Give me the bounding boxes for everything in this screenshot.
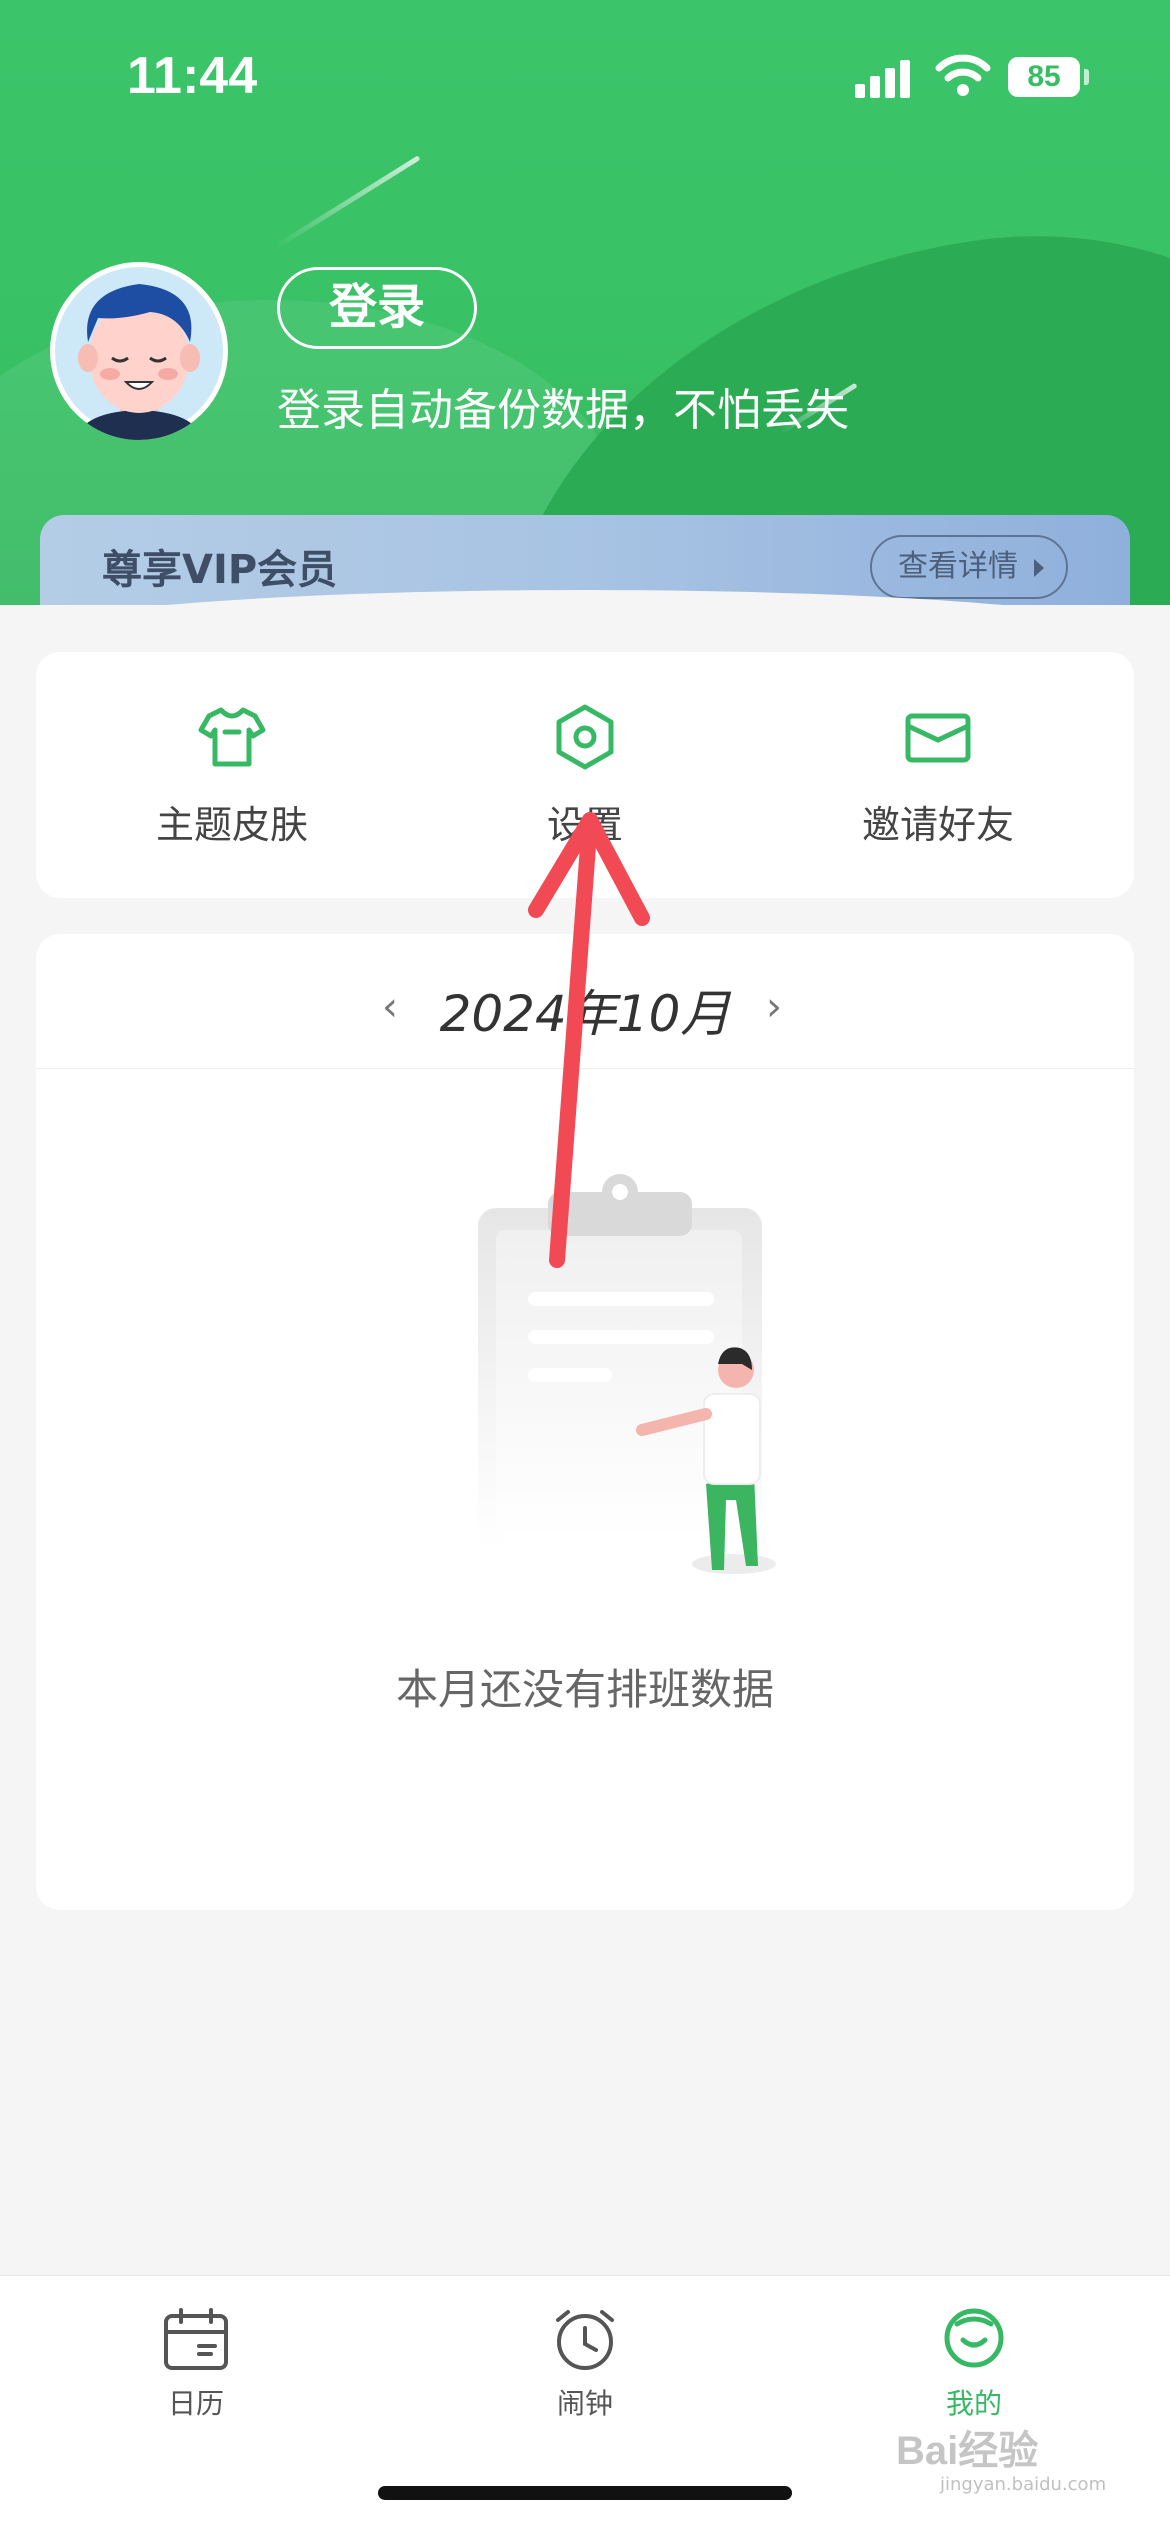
vip-details-label: 查看详情 (898, 549, 1018, 584)
calendar-icon (164, 2308, 228, 2370)
battery-level: 85 (1008, 57, 1080, 97)
profile-face-icon (944, 2308, 1004, 2368)
login-button[interactable]: 登录 (277, 267, 477, 349)
tab-mine[interactable]: 我的 (854, 2306, 1094, 2422)
home-indicator[interactable] (378, 2486, 792, 2500)
battery-cap (1084, 69, 1089, 85)
caret-right-icon (1034, 559, 1044, 577)
alarm-clock-icon (556, 2310, 614, 2370)
status-bar: 11:44 85 (0, 0, 1170, 150)
tab-label-mine: 我的 (945, 2387, 1002, 2420)
envelope-icon (905, 713, 971, 763)
login-hint: 登录自动备份数据，不怕丢失 (277, 385, 849, 436)
watermark-brand: Bai经验 (896, 2429, 1039, 2473)
next-month-icon[interactable]: › (766, 984, 782, 1030)
avatar-face-icon (55, 267, 223, 440)
avatar[interactable] (50, 262, 228, 440)
tshirt-icon (198, 707, 266, 767)
vip-details-button[interactable]: 查看详情 (870, 535, 1068, 599)
watermark-url: jingyan.baidu.com (940, 2474, 1107, 2495)
menu-item-invite[interactable]: 邀请好友 (788, 702, 1088, 849)
tab-alarm[interactable]: 闹钟 (465, 2306, 705, 2422)
wifi-icon (935, 54, 991, 96)
menu-item-theme[interactable]: 主题皮肤 (82, 702, 382, 849)
header-streak (273, 155, 421, 250)
tab-label-alarm: 闹钟 (556, 2387, 613, 2420)
annotation-arrow-icon (528, 812, 650, 1268)
hexagon-settings-icon (556, 704, 614, 770)
empty-state-message: 本月还没有排班数据 (395, 1665, 774, 1714)
status-time: 11:44 (127, 47, 258, 105)
menu-label-theme: 主题皮肤 (155, 803, 308, 847)
cellular-signal-icon (855, 58, 915, 98)
menu-label-invite: 邀请好友 (861, 803, 1014, 847)
tab-calendar[interactable]: 日历 (76, 2306, 316, 2422)
vip-title: 尊享VIP会员 (102, 547, 338, 593)
tab-label-calendar: 日历 (167, 2387, 224, 2420)
